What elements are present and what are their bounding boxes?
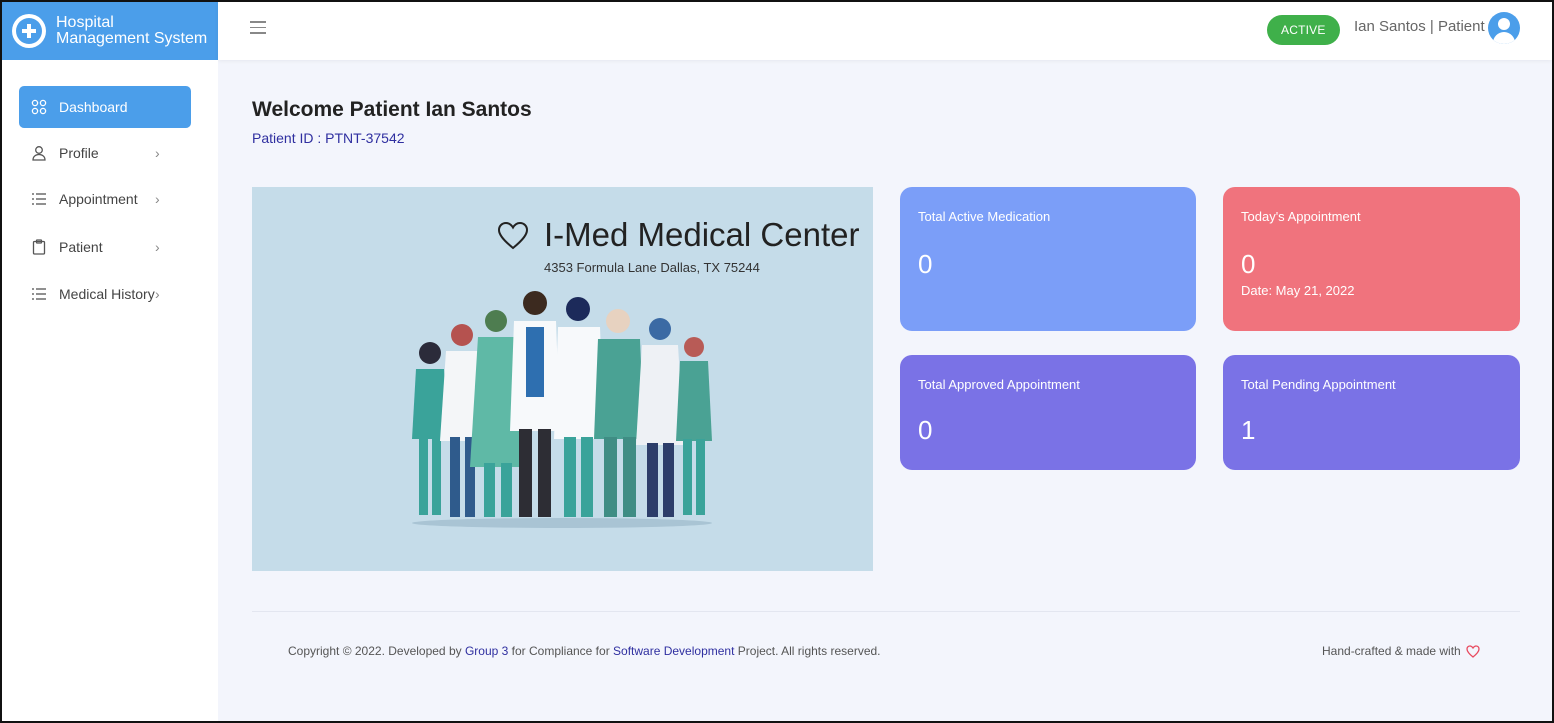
brand[interactable]: Hospital Management System xyxy=(2,2,218,60)
footer-credit: Hand-crafted & made with xyxy=(1322,644,1480,658)
sidebar-item-dashboard[interactable]: Dashboard xyxy=(19,86,191,128)
copyright-text: for Compliance for xyxy=(508,644,614,658)
hamburger-menu-icon[interactable] xyxy=(250,21,266,39)
stat-card-label: Total Pending Appointment xyxy=(1241,377,1396,392)
heart-icon xyxy=(498,222,528,250)
stat-card-active-medication[interactable]: Total Active Medication 0 xyxy=(900,187,1196,331)
sidebar: Dashboard Profile › Appointment › Patien… xyxy=(2,60,218,721)
banner-title: I-Med Medical Center xyxy=(544,216,860,253)
user-name[interactable]: Ian Santos | Patient xyxy=(1354,18,1485,35)
footer-divider xyxy=(252,611,1520,612)
sidebar-item-label: Dashboard xyxy=(59,99,128,115)
staff-figure xyxy=(594,309,644,517)
stat-card-pending-appointment[interactable]: Total Pending Appointment 1 xyxy=(1223,355,1520,470)
clipboard-icon xyxy=(31,239,47,255)
group-3-link[interactable]: Group 3 xyxy=(465,644,508,658)
stat-card-value: 1 xyxy=(1241,415,1256,445)
sidebar-item-label: Patient xyxy=(59,239,103,255)
hospital-logo-icon xyxy=(12,14,46,48)
brand-title-line1: Hospital xyxy=(56,14,114,31)
chevron-right-icon: › xyxy=(155,286,160,302)
heart-icon xyxy=(1466,644,1480,658)
patient-id: Patient ID : PTNT-37542 xyxy=(252,130,405,146)
medical-center-banner: I-Med Medical Center 4353 Formula Lane D… xyxy=(252,187,873,571)
stat-card-value: 0 xyxy=(918,415,933,445)
sidebar-item-label: Profile xyxy=(59,145,99,161)
stat-card-date: Date: May 21, 2022 xyxy=(1241,283,1355,298)
sidebar-item-patient[interactable]: Patient › xyxy=(19,226,191,268)
status-badge: ACTIVE xyxy=(1267,15,1340,45)
brand-title-line2: Management System xyxy=(56,30,208,47)
banner-address: 4353 Formula Lane Dallas, TX 75244 xyxy=(544,260,760,275)
stat-card-todays-appointment[interactable]: Today's Appointment 0 Date: May 21, 2022 xyxy=(1223,187,1520,331)
staff-figure xyxy=(510,291,560,517)
topbar: ACTIVE Ian Santos | Patient xyxy=(218,2,1552,60)
page-title: Welcome Patient Ian Santos xyxy=(252,98,532,121)
copyright-text: Project. All rights reserved. xyxy=(734,644,881,658)
sidebar-item-label: Medical History xyxy=(59,286,155,302)
stat-card-label: Today's Appointment xyxy=(1241,209,1361,224)
sidebar-item-label: Appointment xyxy=(59,191,138,207)
brand-title: Hospital Management System xyxy=(56,15,207,47)
sidebar-item-medical-history[interactable]: Medical History › xyxy=(19,273,191,315)
sidebar-item-profile[interactable]: Profile › xyxy=(19,132,191,174)
chevron-right-icon: › xyxy=(155,145,160,161)
stat-card-value: 0 xyxy=(918,249,933,279)
user-icon xyxy=(31,145,47,161)
sidebar-item-appointment[interactable]: Appointment › xyxy=(19,178,191,220)
footer-copyright: Copyright © 2022. Developed by Group 3 f… xyxy=(288,644,881,658)
staff-figure xyxy=(636,318,684,517)
staff-figure xyxy=(676,337,712,515)
app-frame: Hospital Management System ACTIVE Ian Sa… xyxy=(0,0,1554,723)
list-icon xyxy=(31,191,47,207)
chevron-right-icon: › xyxy=(155,191,160,207)
credit-text: Hand-crafted & made with xyxy=(1322,644,1461,658)
stat-card-value: 0 xyxy=(1241,249,1256,279)
avatar-icon[interactable] xyxy=(1488,12,1520,44)
stat-card-approved-appointment[interactable]: Total Approved Appointment 0 xyxy=(900,355,1196,470)
stat-card-label: Total Active Medication xyxy=(918,209,1051,224)
copyright-text: Copyright © 2022. Developed by xyxy=(288,644,465,658)
chevron-right-icon: › xyxy=(155,239,160,255)
list-icon xyxy=(31,286,47,302)
grid-icon xyxy=(31,99,47,115)
software-development-link[interactable]: Software Development xyxy=(613,644,734,658)
medical-staff-illustration xyxy=(412,291,712,528)
stat-card-label: Total Approved Appointment xyxy=(918,377,1080,392)
